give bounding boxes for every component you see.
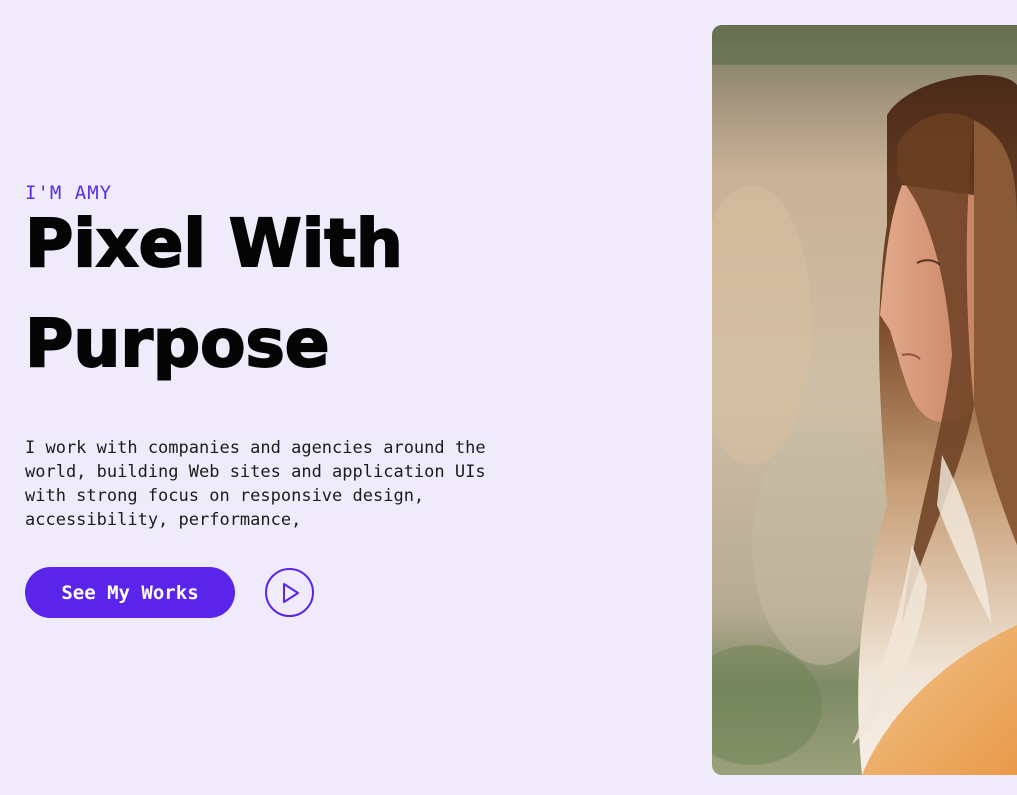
headline-line-1: Pixel With <box>24 204 404 283</box>
play-icon <box>282 582 299 603</box>
see-my-works-button[interactable]: See My Works <box>25 567 235 618</box>
hero-actions: See My Works <box>25 567 314 618</box>
headline-line-2: Purpose <box>24 304 331 383</box>
hero-description: I work with companies and agencies aroun… <box>25 438 486 530</box>
play-video-button[interactable] <box>265 568 314 617</box>
portrait-photo <box>712 25 1017 775</box>
hero-headline: Pixel With Purpose <box>24 194 545 394</box>
hero-text: I'M AMY Pixel With Purpose I work with c… <box>24 180 545 532</box>
